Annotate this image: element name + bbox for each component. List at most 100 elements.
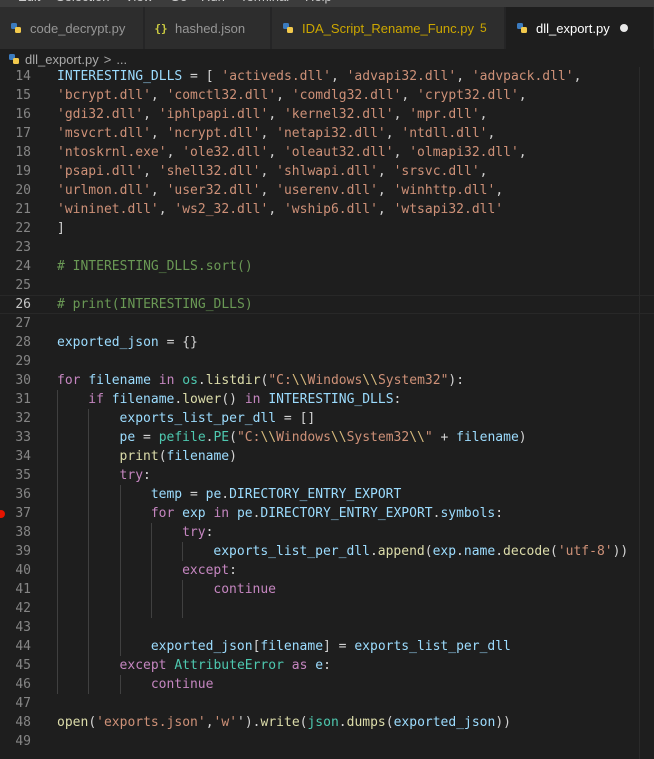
code-line-49[interactable]: 49	[0, 732, 654, 751]
tab-ida-script-rename-func-py[interactable]: IDA_Script_Rename_Func.py 5	[272, 7, 505, 49]
code-line-27[interactable]: 27	[0, 314, 654, 333]
unsaved-dot-icon[interactable]	[619, 24, 628, 32]
code-token: continue	[150, 677, 214, 692]
code-token: 'advpack.dll'	[471, 69, 574, 84]
line-number: 39	[15, 544, 31, 559]
code-token: ] =	[323, 639, 355, 654]
code-text: exported_json = {}	[57, 333, 198, 352]
code-token: for	[57, 373, 81, 388]
code-line-31[interactable]: 31 if filename.lower() in INTERESTING_DLL…	[0, 390, 654, 409]
code-line-36[interactable]: 36 temp = pe.DIRECTORY_ENTRY_EXPORT	[0, 485, 654, 504]
code-line-15[interactable]: 15 'bcrypt.dll', 'comctl32.dll', 'comdlg3…	[0, 86, 654, 105]
indent-guide	[182, 542, 184, 561]
code-token: exported_json	[150, 639, 253, 654]
code-line-48[interactable]: 48 open('exports.json','w'').write(json.d…	[0, 713, 654, 732]
line-number: 21	[15, 202, 31, 217]
menu-edit[interactable]: Edit	[18, 0, 40, 4]
tab-hashed-json[interactable]: {} hashed.json	[145, 7, 271, 49]
code-text: if filename.lower() in INTERESTING_DLLS:	[88, 390, 401, 409]
code-line-41[interactable]: 41 continue	[0, 580, 654, 599]
code-token: filename	[166, 449, 230, 464]
indent-guide	[88, 637, 90, 656]
code-token: (	[549, 544, 558, 559]
code-line-38[interactable]: 38 try:	[0, 523, 654, 542]
code-line-21[interactable]: 21 'wininet.dll', 'ws2_32.dll', 'wship6.d…	[0, 200, 654, 219]
vertical-scrollbar[interactable]	[639, 67, 654, 759]
code-line-23[interactable]: 23	[0, 238, 654, 257]
indent-guide	[57, 523, 58, 542]
code-line-28[interactable]: 28 exported_json = {}	[0, 333, 654, 352]
menu-selection[interactable]: Selection	[56, 0, 109, 4]
indent-guide	[57, 466, 58, 485]
code-line-19[interactable]: 19 'psapi.dll', 'shell32.dll', 'shlwapi.d…	[0, 162, 654, 181]
code-line-44[interactable]: 44 exported_json[filename] = exports_list…	[0, 637, 654, 656]
code-line-18[interactable]: 18 'ntoskrnl.exe', 'ole32.dll', 'oleaut32…	[0, 143, 654, 162]
code-editor[interactable]: 14 INTERESTING_DLLS = [ 'activeds.dll', '…	[0, 67, 654, 759]
code-token: (	[385, 715, 394, 730]
code-token: .	[197, 373, 206, 388]
code-token: 'iphlpapi.dll'	[158, 107, 269, 122]
indent-guide	[57, 561, 58, 580]
code-line-39[interactable]: 39 exports_list_per_dll.append(exp.name.d…	[0, 542, 654, 561]
code-line-17[interactable]: 17 'msvcrt.dll', 'ncrypt.dll', 'netapi32.…	[0, 124, 654, 143]
code-line-37[interactable]: 37 for exp in pe.DIRECTORY_ENTRY_EXPORT.s…	[0, 504, 654, 523]
line-number: 24	[15, 259, 31, 274]
code-line-34[interactable]: 34 print(filename)	[0, 447, 654, 466]
indent-guide	[57, 675, 58, 694]
code-token: print	[119, 449, 159, 464]
indent-guide	[57, 390, 58, 409]
line-number: 14	[15, 69, 31, 84]
code-line-30[interactable]: 30 for filename in os.listdir("C:\\Window…	[0, 371, 654, 390]
menu-view[interactable]: View	[125, 0, 153, 4]
menu-run[interactable]: Run	[201, 0, 225, 4]
code-text: # print(INTERESTING_DLLS)	[57, 296, 253, 313]
code-line-45[interactable]: 45 except AttributeError as e:	[0, 656, 654, 675]
tab-dll-export-py[interactable]: dll_export.py	[506, 7, 654, 49]
code-token: 'mpr.dll'	[409, 107, 480, 122]
code-line-22[interactable]: 22]	[0, 219, 654, 238]
code-line-14[interactable]: 14 INTERESTING_DLLS = [ 'activeds.dll', '…	[0, 67, 654, 86]
line-number: 15	[15, 88, 31, 103]
code-token: dumps	[346, 715, 386, 730]
code-line-35[interactable]: 35 try:	[0, 466, 654, 485]
code-token: exp	[432, 544, 457, 559]
code-token: = []	[276, 411, 316, 426]
code-token: .	[338, 715, 347, 730]
indent-guide	[88, 428, 90, 447]
breadcrumb-symbol[interactable]: ...	[116, 52, 127, 67]
code-line-46[interactable]: 46 continue	[0, 675, 654, 694]
code-line-24[interactable]: 24 # INTERESTING_DLLS.sort()	[0, 257, 654, 276]
menu-help[interactable]: Help	[305, 0, 332, 4]
indent-guide	[119, 580, 121, 599]
breadcrumb-file[interactable]: dll_export.py	[25, 52, 99, 67]
code-token: temp	[150, 487, 183, 502]
code-line-25[interactable]: 25	[0, 276, 654, 295]
json-braces-icon: {}	[154, 21, 168, 35]
code-token: exports_list_per_dll	[119, 411, 277, 426]
line-number: 44	[15, 639, 31, 654]
code-line-42[interactable]: 42	[0, 599, 654, 618]
code-line-40[interactable]: 40 except:	[0, 561, 654, 580]
indent-guide	[57, 485, 58, 504]
code-line-16[interactable]: 16 'gdi32.dll', 'iphlpapi.dll', 'kernel32…	[0, 105, 654, 124]
code-line-47[interactable]: 47	[0, 694, 654, 713]
code-line-20[interactable]: 20 'urlmon.dll', 'user32.dll', 'userenv.d…	[0, 181, 654, 200]
code-token: ]	[57, 221, 65, 236]
code-line-43[interactable]: 43	[0, 618, 654, 637]
menu-terminal[interactable]: Terminal	[240, 0, 289, 4]
code-token: ,	[158, 202, 175, 217]
code-line-32[interactable]: 32 exports_list_per_dll = []	[0, 409, 654, 428]
indent-guide	[182, 580, 184, 599]
line-number: 16	[15, 107, 31, 122]
indent-guide	[57, 618, 58, 637]
line-number: 42	[15, 601, 31, 616]
code-line-29[interactable]: 29	[0, 352, 654, 371]
tab-code-decrypt-py[interactable]: code_decrypt.py	[0, 7, 144, 49]
code-token: 'exports.json'	[96, 715, 206, 730]
code-line-26[interactable]: 26 # print(INTERESTING_DLLS)	[0, 295, 654, 314]
code-line-33[interactable]: 33 pe = pefile.PE("C:\\Windows\\System32\…	[0, 428, 654, 447]
code-text: continue	[151, 675, 214, 694]
indent-guide	[119, 523, 121, 542]
code-token: "C:	[268, 373, 292, 388]
menu-go[interactable]: Go	[170, 0, 187, 4]
